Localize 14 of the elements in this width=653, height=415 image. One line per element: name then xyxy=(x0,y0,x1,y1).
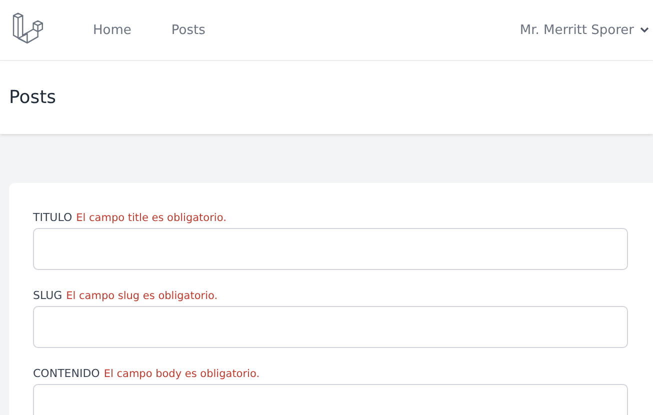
user-menu[interactable]: Mr. Merritt Sporer xyxy=(520,22,649,38)
input-field[interactable] xyxy=(33,384,628,415)
error-message: El campo slug es obligatorio. xyxy=(66,290,218,302)
field-label: CONTENIDO xyxy=(33,367,100,380)
error-message: El campo title es obligatorio. xyxy=(76,212,226,224)
field-label: SLUG xyxy=(33,289,62,302)
field-label: TITULO xyxy=(33,211,72,224)
input-field[interactable] xyxy=(33,228,628,270)
nav-link[interactable]: Home xyxy=(93,22,132,38)
page-title: Posts xyxy=(9,87,56,108)
error-message: El campo body es obligatorio. xyxy=(104,368,260,380)
chevron-down-icon xyxy=(640,27,649,33)
nav-link[interactable]: Posts xyxy=(171,22,206,38)
input-field[interactable] xyxy=(33,306,628,348)
